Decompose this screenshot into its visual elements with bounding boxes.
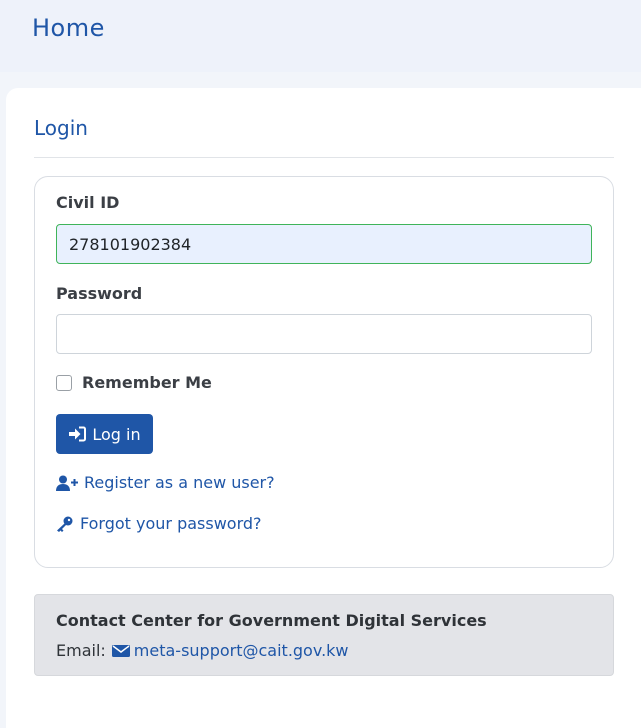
email-link[interactable]: meta-support@cait.gov.kw [134, 641, 349, 660]
divider [34, 157, 614, 158]
envelope-icon [111, 644, 130, 657]
top-header: Home [0, 0, 641, 72]
login-button-label: Log in [92, 424, 141, 444]
login-button[interactable]: Log in [56, 414, 153, 454]
register-link[interactable]: Register as a new user? [56, 473, 275, 492]
register-link-label: Register as a new user? [84, 473, 275, 492]
remember-me-row[interactable]: Remember Me [56, 373, 212, 392]
key-icon [57, 516, 73, 532]
user-plus-icon [56, 475, 78, 491]
forgot-password-label: Forgot your password? [80, 514, 262, 533]
main-content: Login Civil ID Password Remember Me Log … [6, 88, 641, 728]
civil-id-input[interactable] [56, 224, 592, 264]
contact-box: Contact Center for Government Digital Se… [34, 594, 614, 676]
page-title: Login [34, 116, 88, 140]
contact-email-row: Email: meta-support@cait.gov.kw [56, 641, 349, 660]
sign-in-icon [69, 426, 87, 442]
password-label: Password [56, 284, 143, 303]
remember-me-label: Remember Me [82, 373, 212, 392]
remember-me-checkbox[interactable] [56, 374, 72, 391]
home-title[interactable]: Home [32, 14, 105, 42]
password-input[interactable] [56, 314, 592, 354]
civil-id-label: Civil ID [56, 193, 120, 212]
login-card: Civil ID Password Remember Me Log in Reg… [34, 176, 614, 568]
forgot-password-link[interactable]: Forgot your password? [56, 514, 262, 533]
contact-title: Contact Center for Government Digital Se… [56, 611, 487, 630]
email-label: Email: [56, 641, 106, 660]
